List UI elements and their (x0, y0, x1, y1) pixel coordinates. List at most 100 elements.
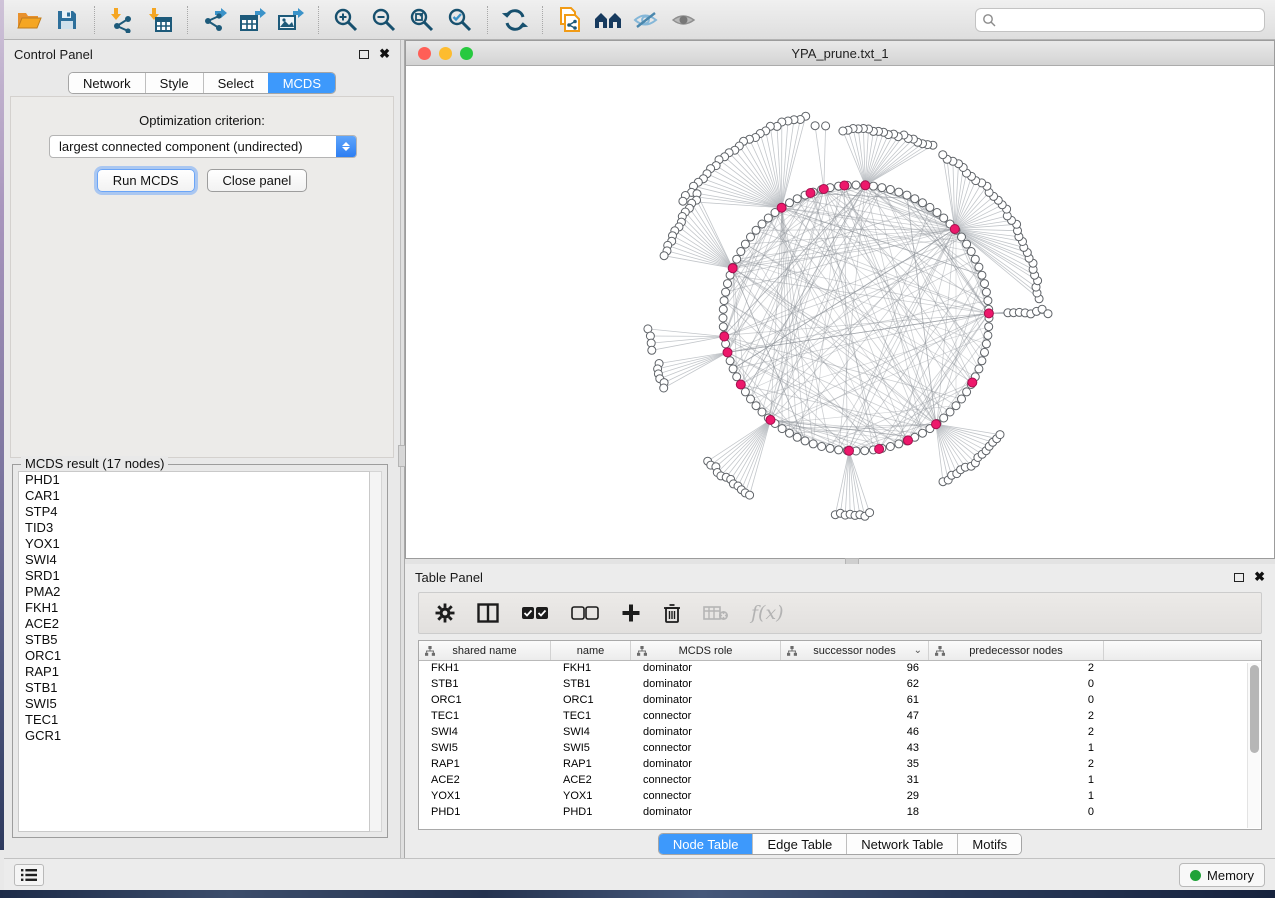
import-network-button[interactable] (103, 3, 141, 37)
network-canvas[interactable] (406, 66, 1274, 558)
cell-successor-nodes[interactable]: 31 (781, 773, 929, 789)
tab-select[interactable]: Select (203, 73, 268, 93)
cell-successor-nodes[interactable]: 96 (781, 661, 929, 677)
show-all-button[interactable] (665, 3, 703, 37)
table-row[interactable]: ORC1ORC1dominator610 (419, 693, 1261, 709)
table-row[interactable]: FKH1FKH1dominator962 (419, 661, 1261, 677)
cell-predecessor-nodes[interactable]: 2 (929, 725, 1104, 741)
column-header-predecessor-nodes[interactable]: predecessor nodes (929, 641, 1104, 660)
memory-button[interactable]: Memory (1179, 863, 1265, 887)
cell-shared-name[interactable]: RAP1 (419, 757, 551, 773)
tab-node-table[interactable]: Node Table (659, 834, 753, 854)
cell-shared-name[interactable]: SWI4 (419, 725, 551, 741)
mcds-result-item[interactable]: STB1 (19, 680, 369, 696)
cell-successor-nodes[interactable]: 43 (781, 741, 929, 757)
cell-predecessor-nodes[interactable]: 0 (929, 677, 1104, 693)
mcds-result-item[interactable]: PMA2 (19, 584, 369, 600)
cell-MCDS-role[interactable]: dominator (631, 725, 781, 741)
mcds-result-item[interactable]: TID3 (19, 520, 369, 536)
cell-shared-name[interactable]: FKH1 (419, 661, 551, 677)
select-all-button[interactable] (521, 606, 549, 620)
table-row[interactable]: SWI5SWI5connector431 (419, 741, 1261, 757)
cell-successor-nodes[interactable]: 29 (781, 789, 929, 805)
show-column-button[interactable] (477, 603, 499, 623)
delete-table-button[interactable] (703, 605, 729, 621)
cell-predecessor-nodes[interactable]: 2 (929, 709, 1104, 725)
cell-MCDS-role[interactable]: connector (631, 741, 781, 757)
column-header-name[interactable]: name (551, 641, 631, 660)
apply-layout-button[interactable] (496, 3, 534, 37)
maximize-window-icon[interactable] (460, 47, 473, 60)
table-row[interactable]: YOX1YOX1connector291 (419, 789, 1261, 805)
tab-mcds[interactable]: MCDS (268, 73, 335, 93)
cell-name[interactable]: PHD1 (551, 805, 631, 821)
tab-motifs[interactable]: Motifs (957, 834, 1021, 854)
scrollbar-thumb[interactable] (1250, 665, 1259, 753)
mcds-result-item[interactable]: SWI4 (19, 552, 369, 568)
cell-shared-name[interactable]: SWI5 (419, 741, 551, 757)
export-image-button[interactable] (272, 3, 310, 37)
zoom-in-button[interactable] (327, 3, 365, 37)
import-table-button[interactable] (141, 3, 179, 37)
cell-name[interactable]: SWI4 (551, 725, 631, 741)
cell-shared-name[interactable]: TEC1 (419, 709, 551, 725)
zoom-out-button[interactable] (365, 3, 403, 37)
mcds-result-item[interactable]: STB5 (19, 632, 369, 648)
table-row[interactable]: ACE2ACE2connector311 (419, 773, 1261, 789)
cell-successor-nodes[interactable]: 46 (781, 725, 929, 741)
tab-edge-table[interactable]: Edge Table (752, 834, 846, 854)
minimize-window-icon[interactable] (439, 47, 452, 60)
search-box[interactable] (975, 8, 1265, 32)
mcds-result-item[interactable]: GCR1 (19, 728, 369, 744)
duplicate-network-button[interactable] (551, 3, 589, 37)
cell-name[interactable]: ACE2 (551, 773, 631, 789)
export-table-button[interactable] (234, 3, 272, 37)
task-history-button[interactable] (14, 864, 44, 886)
cell-MCDS-role[interactable]: dominator (631, 693, 781, 709)
cell-predecessor-nodes[interactable]: 1 (929, 773, 1104, 789)
cell-predecessor-nodes[interactable]: 1 (929, 741, 1104, 757)
cell-successor-nodes[interactable]: 61 (781, 693, 929, 709)
cell-MCDS-role[interactable]: dominator (631, 677, 781, 693)
tab-network[interactable]: Network (69, 73, 145, 93)
cell-shared-name[interactable]: ACE2 (419, 773, 551, 789)
mcds-result-item[interactable]: CAR1 (19, 488, 369, 504)
float-panel-icon[interactable] (359, 50, 369, 59)
cell-MCDS-role[interactable]: connector (631, 709, 781, 725)
open-session-button[interactable] (10, 3, 48, 37)
cell-name[interactable]: SWI5 (551, 741, 631, 757)
table-row[interactable]: STB1STB1dominator620 (419, 677, 1261, 693)
mcds-result-item[interactable]: PHD1 (19, 472, 369, 488)
cell-predecessor-nodes[interactable]: 0 (929, 805, 1104, 821)
table-row[interactable]: PHD1PHD1dominator180 (419, 805, 1261, 821)
mcds-result-item[interactable]: SWI5 (19, 696, 369, 712)
export-network-button[interactable] (196, 3, 234, 37)
zoom-fit-button[interactable] (403, 3, 441, 37)
tab-network-table[interactable]: Network Table (846, 834, 957, 854)
mcds-result-item[interactable]: FKH1 (19, 600, 369, 616)
close-panel-icon[interactable]: ✖ (1254, 572, 1265, 582)
first-neighbors-button[interactable] (589, 3, 627, 37)
cell-shared-name[interactable]: ORC1 (419, 693, 551, 709)
mcds-result-item[interactable]: ORC1 (19, 648, 369, 664)
close-panel-button[interactable]: Close panel (207, 169, 308, 192)
column-header-successor-nodes[interactable]: successor nodes⌄ (781, 641, 929, 660)
mcds-result-item[interactable]: YOX1 (19, 536, 369, 552)
zoom-selected-button[interactable] (441, 3, 479, 37)
table-row[interactable]: RAP1RAP1dominator352 (419, 757, 1261, 773)
cell-MCDS-role[interactable]: connector (631, 789, 781, 805)
cell-MCDS-role[interactable]: dominator (631, 757, 781, 773)
table-row[interactable]: SWI4SWI4dominator462 (419, 725, 1261, 741)
close-panel-icon[interactable]: ✖ (379, 49, 390, 59)
function-builder-button[interactable]: f(x) (751, 602, 784, 624)
cell-MCDS-role[interactable]: dominator (631, 805, 781, 821)
table-row[interactable]: TEC1TEC1connector472 (419, 709, 1261, 725)
cell-predecessor-nodes[interactable]: 1 (929, 789, 1104, 805)
mcds-result-item[interactable]: STP4 (19, 504, 369, 520)
cell-successor-nodes[interactable]: 47 (781, 709, 929, 725)
cell-MCDS-role[interactable]: connector (631, 773, 781, 789)
search-input[interactable] (996, 13, 1258, 27)
table-options-button[interactable] (435, 603, 455, 623)
column-header-MCDS-role[interactable]: MCDS role (631, 641, 781, 660)
mcds-result-item[interactable]: RAP1 (19, 664, 369, 680)
